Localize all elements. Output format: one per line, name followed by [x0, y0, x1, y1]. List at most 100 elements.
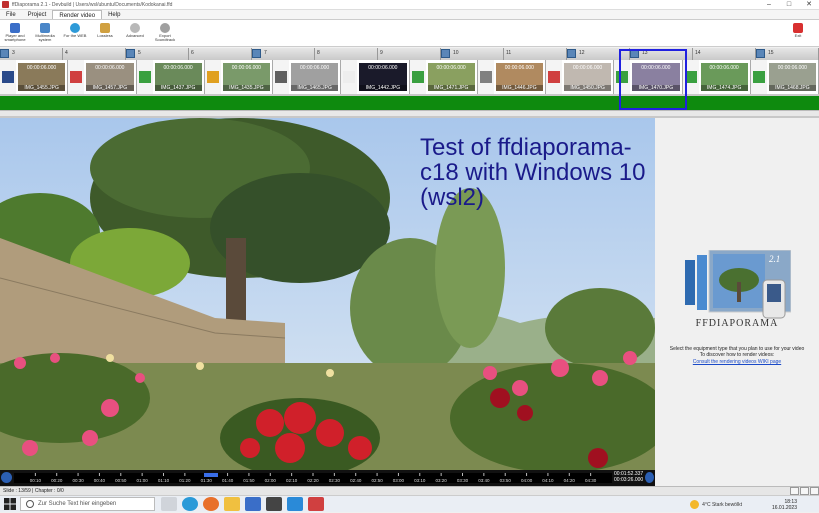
- slide-thumbnail[interactable]: 00:00:06.000 IMG_1457.JPG: [86, 63, 134, 91]
- seek-tick-label: 02:40: [350, 478, 362, 483]
- transition-glyph: [70, 71, 83, 83]
- slide-thumbnail[interactable]: 00:00:06.000 IMG_1450.JPG: [564, 63, 612, 91]
- slide-thumbnail[interactable]: 00:00:06.000 IMG_1465.JPG: [291, 63, 339, 91]
- view-button[interactable]: [800, 487, 809, 495]
- clock[interactable]: 18:13 16.01.2023: [772, 499, 797, 511]
- transition-icon[interactable]: [204, 60, 221, 94]
- slide-thumbnail[interactable]: 00:00:06.000 IMG_1446.JPG: [495, 63, 543, 91]
- soundtrack-track[interactable]: [0, 96, 819, 110]
- export-soundtrack-button[interactable]: Export Soundtrack: [150, 20, 180, 47]
- transition-icon[interactable]: [68, 60, 85, 94]
- transition-icon[interactable]: [136, 60, 153, 94]
- exit-button[interactable]: Exit: [783, 20, 813, 47]
- transition-icon[interactable]: [546, 60, 562, 94]
- terminal-icon[interactable]: [266, 497, 282, 511]
- button-label: For the WEB: [63, 33, 87, 38]
- slide-duration: 00:00:06.000: [504, 65, 534, 71]
- globe-icon: [70, 23, 80, 33]
- slide-duration: 00:00:06.000: [300, 65, 330, 71]
- tab-project[interactable]: Project: [22, 10, 53, 19]
- wiki-link[interactable]: Consult the rendering videos WIKI page: [655, 359, 819, 365]
- slide-duration: 00:00:06.000: [641, 65, 671, 71]
- slide-filename: IMG_1465.JPG: [291, 85, 339, 91]
- settings-button[interactable]: [810, 487, 819, 495]
- firefox-icon[interactable]: [203, 497, 219, 511]
- mail-icon[interactable]: [245, 497, 261, 511]
- transition-icon[interactable]: [614, 60, 631, 94]
- slide-filename: IMG_1455.JPG: [18, 85, 66, 91]
- tab-help[interactable]: Help: [102, 10, 126, 19]
- timeline-slide[interactable]: 00:00:06.000 IMG_1471.JPG: [409, 60, 478, 94]
- timeline-slide[interactable]: 00:00:06.000 IMG_1442.JPG: [341, 60, 410, 94]
- slide-thumbnail[interactable]: 00:00:06.000 IMG_1471.JPG: [427, 63, 475, 91]
- for-the-web-button[interactable]: For the WEB: [60, 20, 90, 47]
- slide-thumbnail[interactable]: 00:00:06.000 IMG_1442.JPG: [359, 63, 407, 91]
- play-button[interactable]: [1, 472, 12, 483]
- multimedia-system-button[interactable]: Multimedia system: [30, 20, 60, 47]
- transition-icon[interactable]: [273, 60, 289, 94]
- edge-icon[interactable]: [182, 497, 198, 511]
- seek-tick-label: 03:10: [414, 478, 426, 483]
- timeline-slide[interactable]: 00:00:06.000 IMG_1470.JPG: [614, 60, 683, 94]
- timeline-scrollbar[interactable]: [0, 110, 819, 116]
- taskbar-search[interactable]: Zur Suche Text hier eingeben: [20, 497, 155, 511]
- transition-icon[interactable]: [682, 60, 699, 94]
- slide-thumbnail[interactable]: 00:00:06.000 IMG_1474.JPG: [700, 63, 748, 91]
- transition-icon[interactable]: [409, 60, 426, 94]
- timeline-slide[interactable]: 00:00:06.000 IMG_1457.JPG: [68, 60, 137, 94]
- seek-cursor[interactable]: [204, 473, 218, 477]
- menu-bar: File Project Render video Help: [0, 10, 819, 20]
- lossless-button[interactable]: Lossless: [90, 20, 120, 47]
- exit-icon: [793, 23, 803, 33]
- timeline-slide[interactable]: 00:00:06.000 IMG_1446.JPG: [477, 60, 546, 94]
- slide-duration: 00:00:06.000: [709, 65, 739, 71]
- status-text: Slide : 13/59 | Chapter : 0/0: [3, 488, 64, 494]
- ffdiaporama-task-icon[interactable]: [308, 497, 324, 511]
- button-label: Player and smartphone: [4, 33, 26, 42]
- zoom-button[interactable]: [790, 487, 799, 495]
- slide-strip[interactable]: 00:00:06.000 IMG_1455.JPG 00:00:06.000 IMG_…: [0, 60, 819, 94]
- tab-file[interactable]: File: [0, 10, 22, 19]
- timeline-slide[interactable]: 00:00:06.000 IMG_1468.JPG: [750, 60, 819, 94]
- timeline-slide[interactable]: 00:00:06.000 IMG_1450.JPG: [546, 60, 615, 94]
- seek-track[interactable]: 00:10 00:20 00:30 00:40 00:50 01:00 01:10 01:20…: [14, 473, 612, 483]
- slide-thumbnail[interactable]: 00:00:06.000 IMG_1435.JPG: [222, 63, 270, 91]
- windows-start-icon[interactable]: [3, 497, 17, 511]
- player-smartphone-button[interactable]: Player and smartphone: [0, 20, 30, 47]
- timeline-slide[interactable]: 00:00:06.000 IMG_1435.JPG: [204, 60, 273, 94]
- ruler-number: 4: [65, 50, 68, 56]
- slide-filename: IMG_1470.JPG: [632, 85, 680, 91]
- advanced-button[interactable]: Advanced: [120, 20, 150, 47]
- slide-thumbnail[interactable]: 00:00:06.000 IMG_1437.JPG: [154, 63, 202, 91]
- tab-render-video[interactable]: Render video: [52, 10, 103, 19]
- transition-glyph: [411, 71, 424, 83]
- weather-widget[interactable]: 4°C Stark bewölkt: [690, 500, 742, 509]
- seek-tick-label: 04:00: [521, 478, 533, 483]
- timeline-slide[interactable]: 00:00:06.000 IMG_1455.JPG: [0, 60, 69, 94]
- timeline-slide[interactable]: 00:00:06.000 IMG_1437.JPG: [136, 60, 205, 94]
- maximize-button[interactable]: □: [779, 0, 799, 10]
- transition-icon[interactable]: [750, 60, 767, 94]
- transition-icon[interactable]: [477, 60, 494, 94]
- timeline-slide[interactable]: 00:00:06.000 IMG_1474.JPG: [682, 60, 751, 94]
- button-label: Exit: [794, 33, 802, 38]
- search-icon: [26, 500, 34, 508]
- volume-button[interactable]: [645, 472, 654, 483]
- close-button[interactable]: ✕: [799, 0, 819, 10]
- slide-thumbnail[interactable]: 00:00:06.000 IMG_1470.JPG: [632, 63, 680, 91]
- task-view-icon[interactable]: [161, 497, 177, 511]
- transition-icon[interactable]: [0, 60, 16, 94]
- transition-icon[interactable]: [341, 60, 358, 94]
- explorer-icon[interactable]: [224, 497, 240, 511]
- player-bar: 00:10 00:20 00:30 00:40 00:50 01:00 01:10 01:20…: [0, 470, 655, 486]
- minimize-button[interactable]: –: [759, 0, 779, 10]
- soundtrack-icon: [160, 23, 170, 33]
- slide-thumbnail[interactable]: 00:00:06.000 IMG_1455.JPG: [18, 63, 66, 91]
- chapter-marker: [0, 49, 9, 58]
- slide-thumbnail[interactable]: 00:00:06.000 IMG_1468.JPG: [768, 63, 816, 91]
- timeline-slide[interactable]: 00:00:06.000 IMG_1465.JPG: [273, 60, 342, 94]
- ruler-cell: 13: [630, 48, 693, 60]
- media-icon[interactable]: [287, 497, 303, 511]
- side-panel: 2.1 FFDIAPORAMA Select the equipment typ…: [655, 118, 819, 470]
- app-icon: [2, 1, 9, 8]
